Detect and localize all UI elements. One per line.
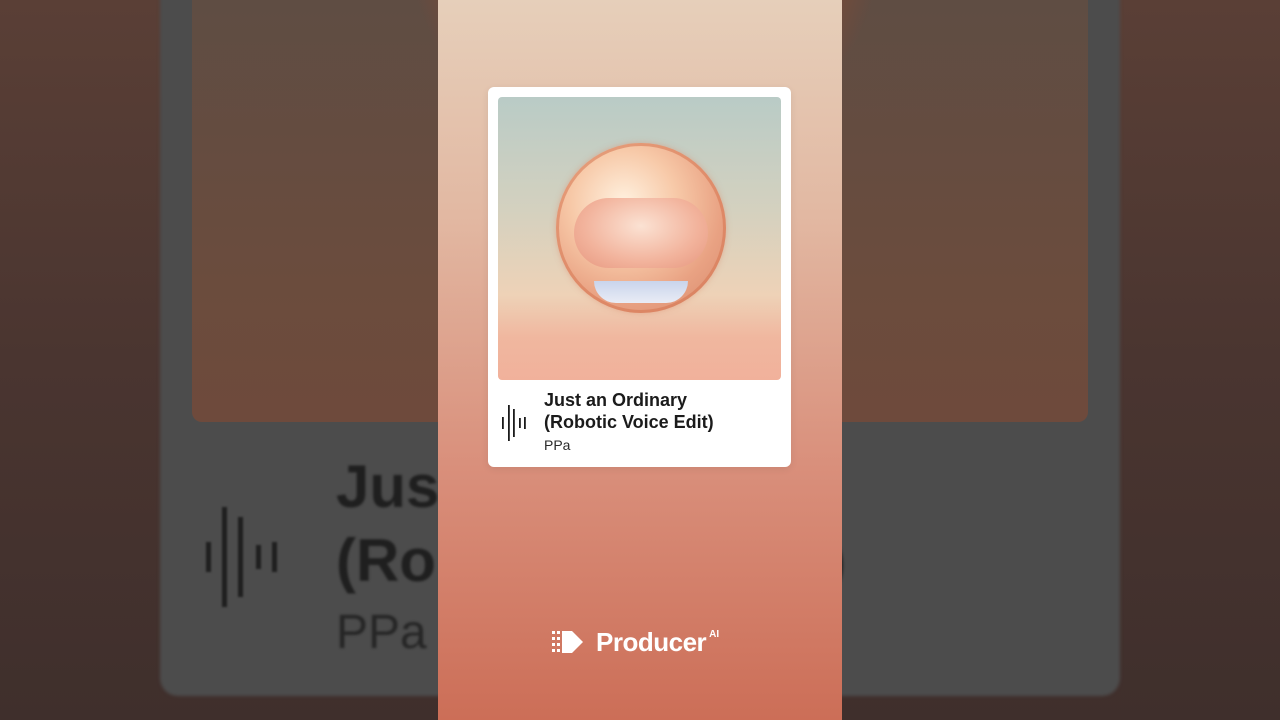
water-image: [594, 281, 688, 303]
producer-logo-icon: [552, 631, 583, 653]
track-title-line-2: (Robotic Voice Edit): [544, 412, 714, 432]
track-title-line-1: Just an Ordinary: [544, 390, 688, 410]
brand-superscript: AI: [709, 628, 720, 640]
producer-ai-brand: Producer AI: [552, 626, 719, 658]
blurred-background-artist: PPa: [336, 606, 427, 659]
track-artist: PPa: [544, 437, 571, 453]
brand-name: Producer: [596, 626, 707, 657]
track-title: Just an Ordinary (Robotic Voice Edit): [544, 389, 784, 433]
glass-orb-image: [556, 143, 726, 313]
vertical-video-frame: Just an Ordinary (Robotic Voice Edit) PP…: [438, 0, 842, 720]
cloud-image: [574, 198, 708, 268]
track-card[interactable]: Just an Ordinary (Robotic Voice Edit) PP…: [488, 87, 791, 467]
album-artwork: [498, 97, 781, 380]
blurred-waveform-icon: [206, 507, 277, 607]
waveform-icon: [502, 405, 526, 441]
